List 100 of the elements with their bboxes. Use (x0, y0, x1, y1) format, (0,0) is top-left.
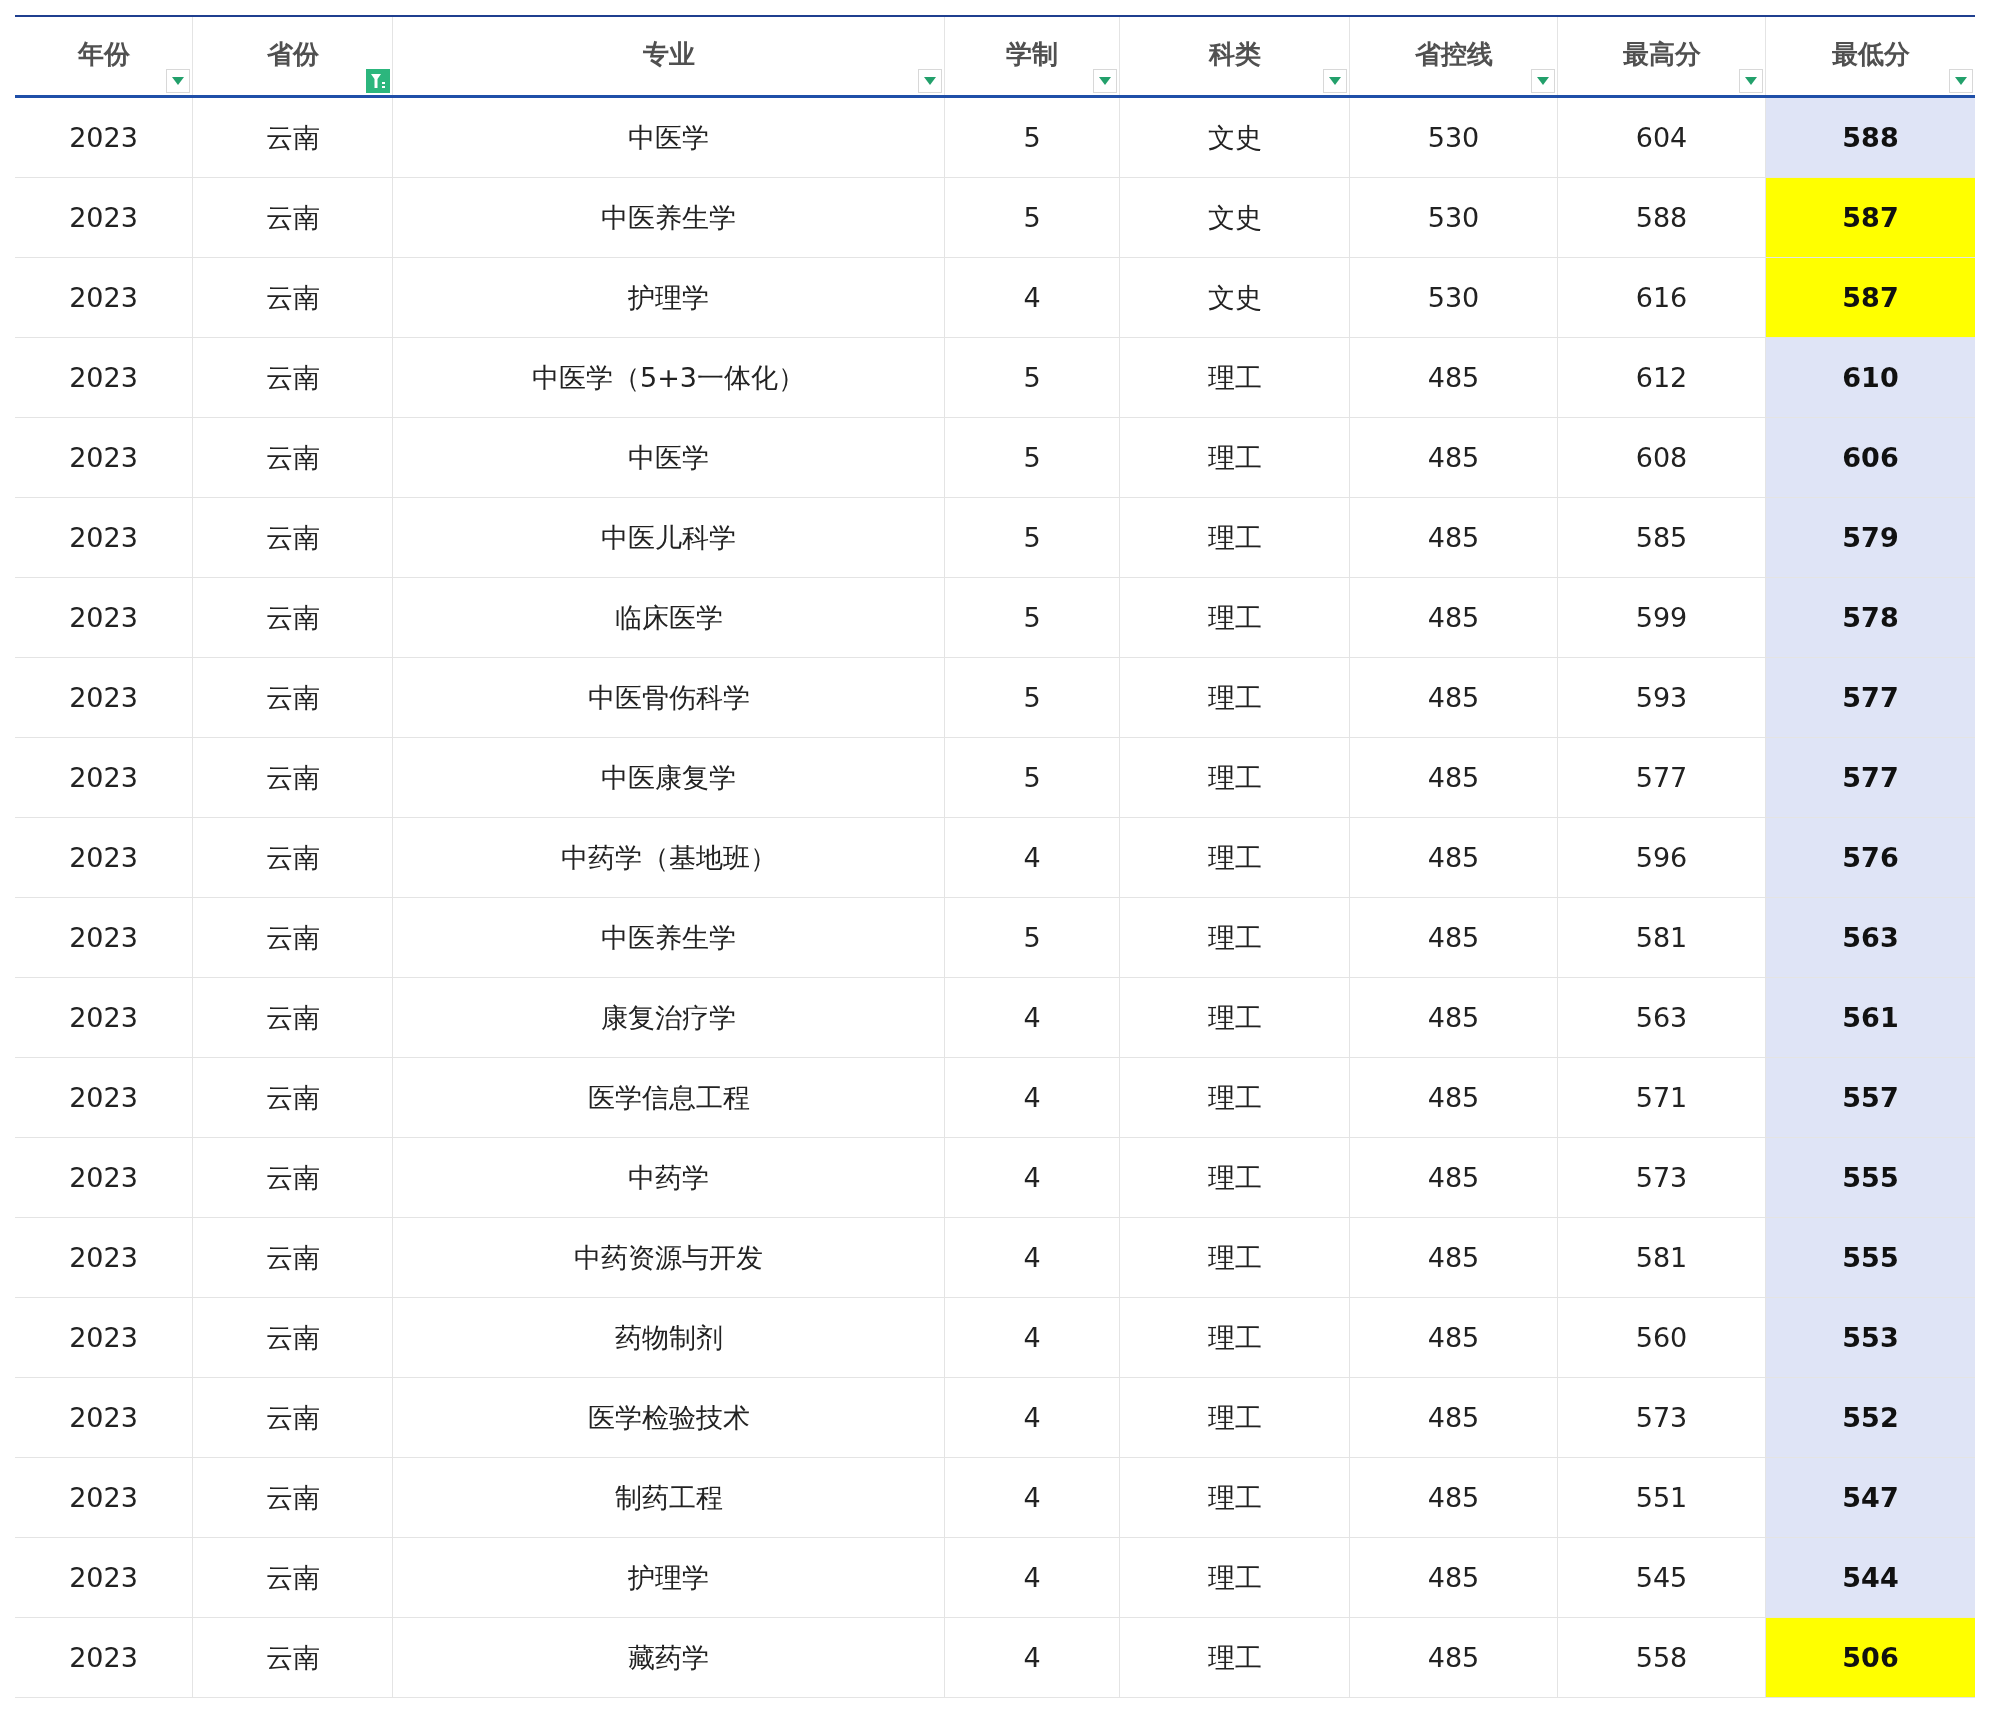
table-cell: 485 (1349, 1378, 1557, 1458)
table-cell: 485 (1349, 498, 1557, 578)
table-cell: 485 (1349, 898, 1557, 978)
column-header: 省控线 (1414, 37, 1493, 71)
filter-dropdown-button[interactable] (1093, 69, 1117, 93)
table-cell: 云南 (192, 178, 392, 258)
table-cell: 云南 (192, 818, 392, 898)
table-cell: 药物制剂 (392, 1298, 944, 1378)
table-cell: 2023 (15, 738, 192, 818)
table-cell: 4 (944, 258, 1119, 338)
caret-icon (1329, 77, 1341, 85)
table-cell: 5 (944, 418, 1119, 498)
table-cell: 2023 (15, 1138, 192, 1218)
table-cell: 485 (1349, 338, 1557, 418)
table-cell: 547 (1765, 1458, 1975, 1538)
table-cell: 云南 (192, 1058, 392, 1138)
table-cell: 579 (1765, 498, 1975, 578)
table-cell: 485 (1349, 1538, 1557, 1618)
table-cell: 2023 (15, 338, 192, 418)
table-cell: 云南 (192, 658, 392, 738)
table-cell: 587 (1765, 258, 1975, 338)
table-cell: 577 (1765, 658, 1975, 738)
table-cell: 理工 (1119, 578, 1349, 658)
table-cell: 云南 (192, 1618, 392, 1698)
table-cell: 2023 (15, 818, 192, 898)
table-cell: 云南 (192, 578, 392, 658)
table-cell: 云南 (192, 1298, 392, 1378)
table-cell: 2023 (15, 1538, 192, 1618)
table-cell: 云南 (192, 898, 392, 978)
filter-dropdown-button[interactable] (166, 69, 190, 93)
table-cell: 理工 (1119, 1378, 1349, 1458)
caret-icon (1537, 77, 1549, 85)
table-cell: 中医骨伤科学 (392, 658, 944, 738)
table-cell: 中药学 (392, 1138, 944, 1218)
table-cell: 理工 (1119, 818, 1349, 898)
table-cell: 中医康复学 (392, 738, 944, 818)
table-cell: 中医学（5+3一体化） (392, 338, 944, 418)
filter-icon (370, 72, 386, 90)
table-cell: 4 (944, 1378, 1119, 1458)
table-cell: 中医学 (392, 98, 944, 178)
table-cell: 2023 (15, 1218, 192, 1298)
table-cell: 制药工程 (392, 1458, 944, 1538)
table-cell: 4 (944, 1618, 1119, 1698)
table-cell: 561 (1765, 978, 1975, 1058)
table-cell: 护理学 (392, 1538, 944, 1618)
column-header: 科类 (1208, 37, 1261, 71)
table-cell: 理工 (1119, 1298, 1349, 1378)
table-cell: 医学检验技术 (392, 1378, 944, 1458)
table-cell: 中医儿科学 (392, 498, 944, 578)
table-cell: 610 (1765, 338, 1975, 418)
table-cell: 557 (1765, 1058, 1975, 1138)
table-cell: 485 (1349, 418, 1557, 498)
table-cell: 医学信息工程 (392, 1058, 944, 1138)
table-cell: 中医养生学 (392, 898, 944, 978)
table-cell: 485 (1349, 738, 1557, 818)
filter-dropdown-button[interactable] (1323, 69, 1347, 93)
table-cell: 文史 (1119, 178, 1349, 258)
table-cell: 485 (1349, 1218, 1557, 1298)
table-cell: 理工 (1119, 418, 1349, 498)
caret-icon (924, 77, 936, 85)
filter-dropdown-button[interactable] (918, 69, 942, 93)
table-cell: 云南 (192, 338, 392, 418)
table-cell: 587 (1765, 178, 1975, 258)
table-cell: 理工 (1119, 1218, 1349, 1298)
table-cell: 553 (1765, 1298, 1975, 1378)
table-cell: 理工 (1119, 738, 1349, 818)
column-header: 专业 (642, 37, 695, 71)
caret-icon (1099, 77, 1111, 85)
table-cell: 4 (944, 1458, 1119, 1538)
caret-icon (1745, 77, 1757, 85)
table-cell: 文史 (1119, 98, 1349, 178)
table-cell: 4 (944, 978, 1119, 1058)
filter-dropdown-button[interactable] (1531, 69, 1555, 93)
active-filter-button[interactable] (366, 69, 390, 93)
column-header: 年份 (77, 37, 130, 71)
table-cell: 5 (944, 738, 1119, 818)
table-cell: 485 (1349, 1298, 1557, 1378)
table-cell: 485 (1349, 1458, 1557, 1538)
column-header: 省份 (266, 37, 319, 71)
table-cell: 4 (944, 1058, 1119, 1138)
table-cell: 5 (944, 178, 1119, 258)
table-cell: 506 (1765, 1618, 1975, 1698)
filter-dropdown-button[interactable] (1949, 69, 1973, 93)
table-cell: 理工 (1119, 498, 1349, 578)
table-cell: 云南 (192, 1538, 392, 1618)
table-cell: 577 (1765, 738, 1975, 818)
table-cell: 康复治疗学 (392, 978, 944, 1058)
table-cell: 临床医学 (392, 578, 944, 658)
table-cell: 555 (1765, 1218, 1975, 1298)
table-cell: 2023 (15, 1378, 192, 1458)
table-cell: 2023 (15, 498, 192, 578)
table-cell: 606 (1765, 418, 1975, 498)
table-cell: 485 (1349, 1058, 1557, 1138)
table-cell: 护理学 (392, 258, 944, 338)
filter-dropdown-button[interactable] (1739, 69, 1763, 93)
column-header: 学制 (1006, 37, 1058, 71)
table-cell: 理工 (1119, 1538, 1349, 1618)
table-cell: 4 (944, 818, 1119, 898)
table-cell: 5 (944, 498, 1119, 578)
table-cell: 2023 (15, 578, 192, 658)
